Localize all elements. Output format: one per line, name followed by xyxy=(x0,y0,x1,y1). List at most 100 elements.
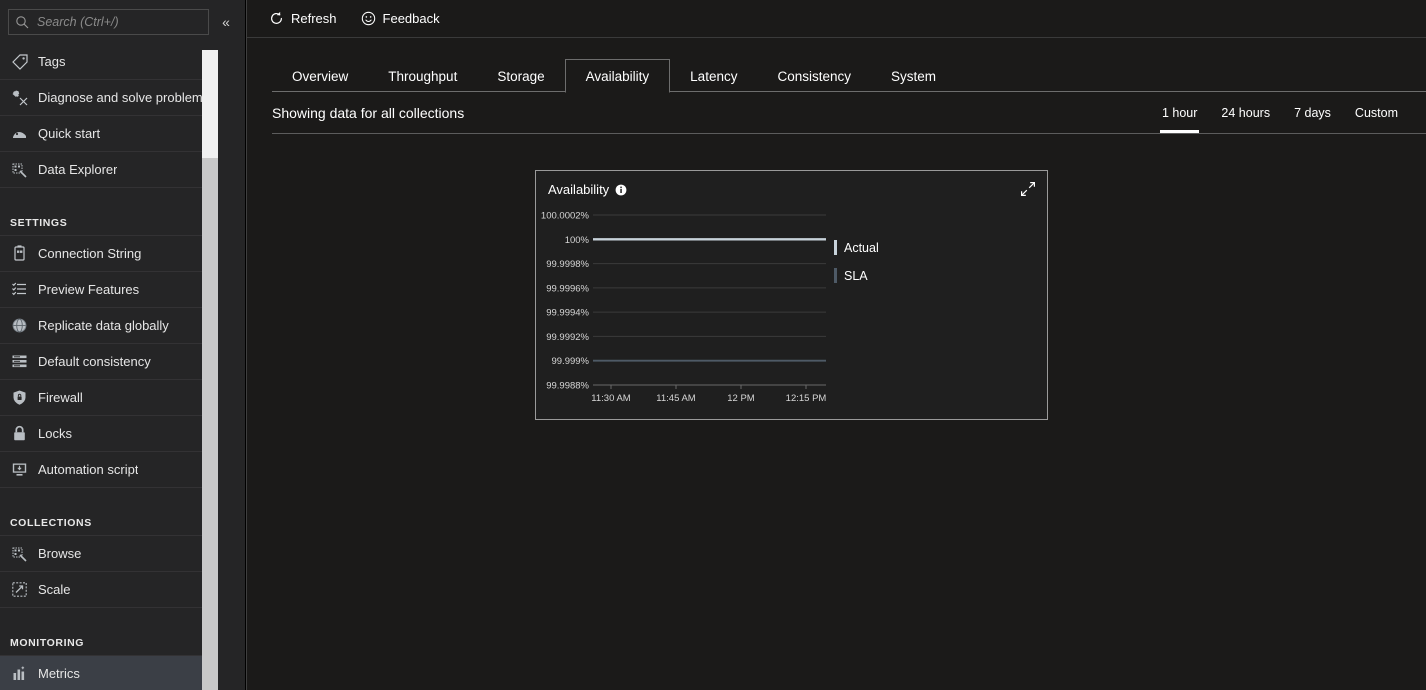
main-content: Refresh Feedback Overview Throughput Stora… xyxy=(246,0,1426,690)
expand-diagonal-icon xyxy=(1020,181,1036,197)
refresh-label: Refresh xyxy=(291,11,337,26)
tab-system[interactable]: System xyxy=(871,60,956,92)
scale-icon xyxy=(10,581,28,599)
info-icon[interactable] xyxy=(615,183,627,196)
y-axis-tick-label: 99.9996% xyxy=(546,283,589,294)
sidebar-item-default-consistency[interactable]: Default consistency xyxy=(0,344,202,380)
y-axis-tick-label: 99.999% xyxy=(551,356,589,367)
sidebar-item-label: Browse xyxy=(38,546,82,561)
x-axis-tick-label: 12 PM xyxy=(727,393,755,404)
y-axis-tick-label: 99.9992% xyxy=(546,332,589,343)
sidebar-item-label: Tags xyxy=(38,54,66,69)
chart-plot-area: 100.0002% 100% 99.9998% 99.9996% 99.9994% 99.… xyxy=(536,207,1047,417)
scrollbar-thumb[interactable] xyxy=(202,50,218,158)
legend-item[interactable]: Actual xyxy=(834,240,879,255)
y-axis-tick-label: 100% xyxy=(565,235,590,246)
smiley-icon xyxy=(361,11,376,26)
consistency-icon xyxy=(10,353,28,371)
tab-throughput[interactable]: Throughput xyxy=(368,60,477,92)
rocket-icon xyxy=(10,125,28,143)
x-axis-tick-label: 11:45 AM xyxy=(656,393,696,404)
expand-chart-button[interactable] xyxy=(1019,180,1037,198)
sidebar-nav-list: Tags Diagnose and solve problems Quick sta… xyxy=(0,44,202,690)
data-explorer-icon xyxy=(10,161,28,179)
sidebar-item-label: Automation script xyxy=(38,462,139,477)
availability-line-chart: 100.0002% 100% 99.9998% 99.9996% 99.9994% 99.… xyxy=(541,211,827,405)
sidebar-item-label: Locks xyxy=(38,426,72,441)
sidebar-item-replicate-data-globally[interactable]: Replicate data globally xyxy=(0,308,202,344)
search-box[interactable] xyxy=(8,9,209,35)
legend-swatch xyxy=(834,240,837,255)
sidebar-item-data-explorer[interactable]: Data Explorer xyxy=(0,152,202,188)
search-input[interactable] xyxy=(29,15,202,29)
legend-label: Actual xyxy=(844,240,879,255)
sidebar-item-tags[interactable]: Tags xyxy=(0,44,202,80)
range-24-hours[interactable]: 24 hours xyxy=(1211,92,1280,133)
sidebar-item-firewall[interactable]: Firewall xyxy=(0,380,202,416)
sidebar-item-label: Preview Features xyxy=(38,282,140,297)
sidebar-item-diagnose-and-solve-problems[interactable]: Diagnose and solve problems xyxy=(0,80,202,116)
chart-legend: Actual SLA xyxy=(834,240,879,296)
sidebar-item-scale[interactable]: Scale xyxy=(0,572,202,608)
y-axis-tick-label: 99.9994% xyxy=(546,308,589,319)
refresh-icon xyxy=(269,11,284,26)
sidebar-item-label: Default consistency xyxy=(38,354,151,369)
range-7-days[interactable]: 7 days xyxy=(1284,92,1341,133)
sidebar-item-quick-start[interactable]: Quick start xyxy=(0,116,202,152)
search-icon xyxy=(15,15,29,29)
legend-label: SLA xyxy=(844,268,868,283)
metrics-tabs: Overview Throughput Storage Availability Lat… xyxy=(247,52,1426,93)
collections-scope-label: Showing data for all collections xyxy=(272,104,465,121)
lock-icon xyxy=(10,425,28,443)
filter-bar: Showing data for all collections 1 hour 2… xyxy=(272,92,1426,134)
collapse-sidebar-button[interactable]: « xyxy=(213,9,239,35)
sidebar-item-label: Metrics xyxy=(38,666,80,681)
availability-chart-card: Availability 100.0002% 100% 99.9998% 99.… xyxy=(535,170,1048,420)
chart-card-header: Availability xyxy=(536,171,1047,207)
wrench-icon xyxy=(10,89,28,107)
sidebar-item-label: Diagnose and solve problems xyxy=(38,90,202,105)
nav-group-header: COLLECTIONS xyxy=(0,502,202,536)
tab-overview[interactable]: Overview xyxy=(272,60,368,92)
sidebar-item-label: Connection String xyxy=(38,246,142,261)
sidebar-item-label: Scale xyxy=(38,582,71,597)
sidebar-item-preview-features[interactable]: Preview Features xyxy=(0,272,202,308)
nav-group-header: SETTINGS xyxy=(0,202,202,236)
automation-script-icon xyxy=(10,461,28,479)
range-custom[interactable]: Custom xyxy=(1345,92,1408,133)
nav-group-header: MONITORING xyxy=(0,622,202,656)
time-range-selector: 1 hour 24 hours 7 days Custom xyxy=(1152,92,1408,133)
legend-swatch xyxy=(834,268,837,283)
tab-availability[interactable]: Availability xyxy=(564,59,671,93)
tag-icon xyxy=(10,53,28,71)
sidebar-item-automation-script[interactable]: Automation script xyxy=(0,452,202,488)
azure-portal-metrics-page: « Tags Diagnose and solve problems Quick s… xyxy=(0,0,1426,690)
feedback-label: Feedback xyxy=(382,11,440,26)
metrics-icon xyxy=(10,665,28,683)
x-axis-tick-label: 11:30 AM xyxy=(591,393,631,404)
chart-title: Availability xyxy=(548,181,610,197)
sidebar-scrollbar[interactable] xyxy=(202,50,218,690)
sidebar-item-label: Quick start xyxy=(38,126,101,141)
sidebar: « Tags Diagnose and solve problems Quick s… xyxy=(0,0,246,690)
shield-icon xyxy=(10,389,28,407)
tab-storage[interactable]: Storage xyxy=(477,60,564,92)
range-1-hour[interactable]: 1 hour xyxy=(1152,92,1207,133)
globe-icon xyxy=(10,317,28,335)
refresh-button[interactable]: Refresh xyxy=(267,9,339,28)
sidebar-item-browse[interactable]: Browse xyxy=(0,536,202,572)
sidebar-item-connection-string[interactable]: Connection String xyxy=(0,236,202,272)
sidebar-item-locks[interactable]: Locks xyxy=(0,416,202,452)
y-axis-tick-label: 100.0002% xyxy=(541,211,590,222)
sidebar-item-metrics[interactable]: Metrics xyxy=(0,656,202,690)
tab-latency[interactable]: Latency xyxy=(670,60,757,92)
y-axis-tick-label: 99.9998% xyxy=(546,259,589,270)
x-axis-tick-label: 12:15 PM xyxy=(786,393,827,404)
legend-item[interactable]: SLA xyxy=(834,268,879,283)
feedback-button[interactable]: Feedback xyxy=(359,9,442,28)
tab-consistency[interactable]: Consistency xyxy=(757,60,871,92)
list-icon xyxy=(10,281,28,299)
